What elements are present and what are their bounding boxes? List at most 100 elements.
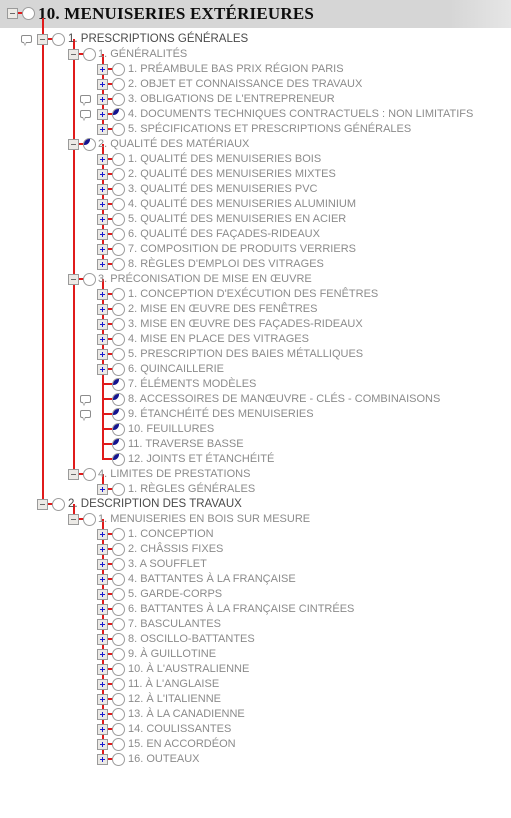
tree-node-row[interactable]: 7. COMPOSITION DE PRODUITS VERRIERS xyxy=(0,242,511,257)
tree-node-row[interactable]: 5. QUALITÉ DES MENUISERIES EN ACIER xyxy=(0,212,511,227)
expand-toggle[interactable] xyxy=(97,739,108,750)
node-bullet-icon[interactable] xyxy=(112,228,125,241)
tree-node-row[interactable]: 3. A SOUFFLET xyxy=(0,557,511,572)
node-bullet-icon[interactable] xyxy=(112,303,125,316)
node-bullet-icon[interactable] xyxy=(112,738,125,751)
collapse-toggle[interactable] xyxy=(37,499,48,510)
expand-toggle[interactable] xyxy=(97,244,108,255)
node-bullet-icon[interactable] xyxy=(112,78,125,91)
node-bullet-partial-icon[interactable] xyxy=(112,108,125,121)
collapse-toggle[interactable] xyxy=(68,274,79,285)
tree-node-row[interactable]: 10. À L'AUSTRALIENNE xyxy=(0,662,511,677)
tree-node-row[interactable]: 1. MENUISERIES EN BOIS SUR MESURE xyxy=(0,512,511,527)
tree-node-row[interactable]: 14. COULISSANTES xyxy=(0,722,511,737)
tree-node-row[interactable]: 8. RÈGLES D'EMPLOI DES VITRAGES xyxy=(0,257,511,272)
node-bullet-partial-icon[interactable] xyxy=(112,453,125,466)
node-bullet-icon[interactable] xyxy=(112,333,125,346)
tree-node-row[interactable]: 8. OSCILLO-BATTANTES xyxy=(0,632,511,647)
tree-node-row[interactable]: 2. CHÂSSIS FIXES xyxy=(0,542,511,557)
node-bullet-icon[interactable] xyxy=(112,663,125,676)
node-bullet-icon[interactable] xyxy=(83,48,96,61)
expand-toggle[interactable] xyxy=(97,724,108,735)
tree-node-row[interactable]: 4. MISE EN PLACE DES VITRAGES xyxy=(0,332,511,347)
expand-toggle[interactable] xyxy=(97,589,108,600)
expand-toggle[interactable] xyxy=(97,199,108,210)
expand-toggle[interactable] xyxy=(97,604,108,615)
node-bullet-icon[interactable] xyxy=(83,513,96,526)
expand-toggle[interactable] xyxy=(97,649,108,660)
expand-toggle[interactable] xyxy=(97,529,108,540)
node-bullet-icon[interactable] xyxy=(112,543,125,556)
node-bullet-partial-icon[interactable] xyxy=(112,438,125,451)
collapse-toggle[interactable] xyxy=(68,514,79,525)
node-bullet-icon[interactable] xyxy=(112,93,125,106)
tree-node-row[interactable]: 2. MISE EN ŒUVRE DES FENÊTRES xyxy=(0,302,511,317)
node-bullet-icon[interactable] xyxy=(112,123,125,136)
expand-toggle[interactable] xyxy=(97,679,108,690)
node-bullet-icon[interactable] xyxy=(112,573,125,586)
comment-bubble-icon[interactable] xyxy=(80,410,91,421)
collapse-toggle[interactable] xyxy=(68,139,79,150)
comment-bubble-icon[interactable] xyxy=(80,395,91,406)
node-bullet-icon[interactable] xyxy=(112,618,125,631)
node-bullet-icon[interactable] xyxy=(112,528,125,541)
collapse-toggle[interactable] xyxy=(37,34,48,45)
node-bullet-icon[interactable] xyxy=(52,498,65,511)
tree-node-row[interactable]: 5. PRESCRIPTION DES BAIES MÉTALLIQUES xyxy=(0,347,511,362)
expand-toggle[interactable] xyxy=(97,64,108,75)
tree-node-row[interactable]: 5. SPÉCIFICATIONS ET PRESCRIPTIONS GÉNÉR… xyxy=(0,122,511,137)
expand-toggle[interactable] xyxy=(97,109,108,120)
expand-toggle[interactable] xyxy=(97,544,108,555)
expand-toggle[interactable] xyxy=(97,79,108,90)
root-bullet-icon[interactable] xyxy=(22,7,35,20)
tree-node-row[interactable]: 1. CONCEPTION D'EXÉCUTION DES FENÊTRES xyxy=(0,287,511,302)
expand-toggle[interactable] xyxy=(97,154,108,165)
expand-toggle[interactable] xyxy=(97,94,108,105)
expand-toggle[interactable] xyxy=(97,124,108,135)
node-bullet-icon[interactable] xyxy=(112,213,125,226)
node-bullet-icon[interactable] xyxy=(112,318,125,331)
expand-toggle[interactable] xyxy=(97,484,108,495)
node-bullet-partial-icon[interactable] xyxy=(112,393,125,406)
node-bullet-icon[interactable] xyxy=(112,288,125,301)
root-collapse-toggle[interactable] xyxy=(7,8,18,19)
expand-toggle[interactable] xyxy=(97,349,108,360)
tree-node-row[interactable]: 2. QUALITÉ DES MENUISERIES MIXTES xyxy=(0,167,511,182)
expand-toggle[interactable] xyxy=(97,634,108,645)
expand-toggle[interactable] xyxy=(97,694,108,705)
node-bullet-icon[interactable] xyxy=(112,483,125,496)
expand-toggle[interactable] xyxy=(97,619,108,630)
expand-toggle[interactable] xyxy=(97,289,108,300)
tree-node-row[interactable]: 6. QUALITÉ DES FAÇADES-RIDEAUX xyxy=(0,227,511,242)
expand-toggle[interactable] xyxy=(97,364,108,375)
collapse-toggle[interactable] xyxy=(68,469,79,480)
node-bullet-partial-icon[interactable] xyxy=(83,138,96,151)
node-bullet-icon[interactable] xyxy=(112,678,125,691)
expand-toggle[interactable] xyxy=(97,304,108,315)
tree-node-row[interactable]: 1. GÉNÉRALITÉS xyxy=(0,47,511,62)
comment-bubble-icon[interactable] xyxy=(21,35,32,46)
expand-toggle[interactable] xyxy=(97,664,108,675)
tree-node-row[interactable]: 5. GARDE-CORPS xyxy=(0,587,511,602)
node-bullet-icon[interactable] xyxy=(112,693,125,706)
tree-node-row[interactable]: 1. CONCEPTION xyxy=(0,527,511,542)
node-bullet-icon[interactable] xyxy=(83,468,96,481)
tree-node-row[interactable]: 10. FEUILLURES xyxy=(0,422,511,437)
tree-node-row[interactable]: 8. ACCESSOIRES DE MANŒUVRE - CLÉS - COMB… xyxy=(0,392,511,407)
collapse-toggle[interactable] xyxy=(68,49,79,60)
tree-node-row[interactable]: 3. QUALITÉ DES MENUISERIES PVC xyxy=(0,182,511,197)
tree-node-row[interactable]: 13. À LA CANADIENNE xyxy=(0,707,511,722)
tree-node-row[interactable]: 12. JOINTS ET ÉTANCHÉITÉ xyxy=(0,452,511,467)
node-bullet-icon[interactable] xyxy=(112,348,125,361)
node-bullet-icon[interactable] xyxy=(112,168,125,181)
tree-node-row[interactable]: 9. ÉTANCHÉITÉ DES MENUISERIES xyxy=(0,407,511,422)
expand-toggle[interactable] xyxy=(97,319,108,330)
tree-node-row[interactable]: 3. OBLIGATIONS DE L'ENTREPRENEUR xyxy=(0,92,511,107)
node-bullet-icon[interactable] xyxy=(112,723,125,736)
node-bullet-icon[interactable] xyxy=(112,198,125,211)
node-bullet-icon[interactable] xyxy=(112,633,125,646)
tree-node-row[interactable]: 16. OUTEAUX xyxy=(0,752,511,767)
node-bullet-icon[interactable] xyxy=(112,183,125,196)
tree-node-row[interactable]: 4. DOCUMENTS TECHNIQUES CONTRACTUELS : N… xyxy=(0,107,511,122)
tree-node-row[interactable]: 1. PRÉAMBULE BAS PRIX RÉGION PARIS xyxy=(0,62,511,77)
